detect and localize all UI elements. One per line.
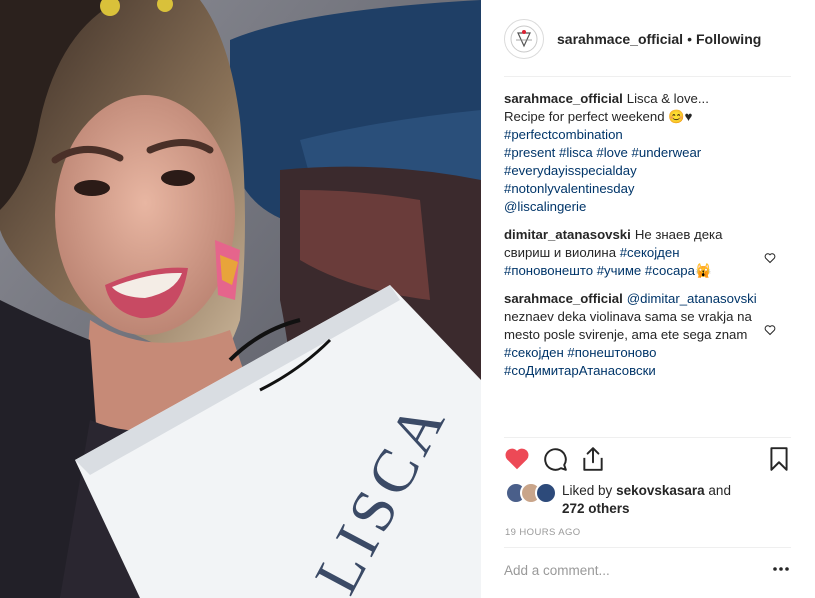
mention-link[interactable]: @dimitar_atanasovski xyxy=(627,291,757,306)
comment-item: sarahmace_official @dimitar_atanasovski n… xyxy=(504,290,776,380)
comment-text-line: neznaev deka violinava sama se vrakja na xyxy=(504,309,752,324)
comment-bubble-icon[interactable] xyxy=(542,446,568,472)
comment-text-line: свириш и виолина xyxy=(504,245,617,260)
avatar[interactable] xyxy=(504,18,544,59)
hashtag[interactable]: #поновонешто #учиме #сосара🙀 xyxy=(504,263,711,278)
action-bar xyxy=(504,446,792,476)
comment-like-heart-icon[interactable] xyxy=(764,324,776,336)
mention-link[interactable]: @liscalingerie xyxy=(504,198,770,216)
comments-list: sarahmace_official Lisca & love... Recipe… xyxy=(504,90,776,384)
likes-prefix: Liked by xyxy=(562,483,613,498)
hashtag[interactable]: #секојден xyxy=(620,245,680,260)
comment-username[interactable]: sarahmace_official xyxy=(504,91,623,106)
comment-like-heart-icon[interactable] xyxy=(764,252,776,264)
likes-suffix: and xyxy=(708,483,731,498)
likes-text: Liked by sekovskasara and 272 others xyxy=(562,482,731,518)
comment-username[interactable]: sarahmace_official xyxy=(504,291,623,306)
comment-item: dimitar_atanasovski Не знаев дека свириш … xyxy=(504,226,776,280)
hashtag[interactable]: #present #lisca #love #underwear xyxy=(504,144,770,162)
hashtag[interactable]: #everydayisspecialday #notonlyvalentines… xyxy=(504,162,770,198)
likes-others-link[interactable]: 272 others xyxy=(562,501,630,516)
bookmark-icon[interactable] xyxy=(766,446,792,472)
comment-text-line: mesto posle svirenje, ama ete sega znam xyxy=(504,327,748,342)
post-header: sarahmace_official • Following xyxy=(481,0,815,77)
divider xyxy=(504,76,791,77)
header-separator: • xyxy=(687,30,692,47)
hashtag[interactable]: #perfectcombination xyxy=(504,126,770,144)
selfie-image: LISCA xyxy=(0,0,481,598)
comment-text-line: Recipe for perfect weekend 😊♥ xyxy=(504,109,693,124)
instagram-post: LISCA sarahmace_official • Following sar… xyxy=(0,0,815,598)
caption-comment: sarahmace_official Lisca & love... Recipe… xyxy=(504,90,770,216)
comment-username[interactable]: dimitar_atanasovski xyxy=(504,227,631,242)
header-username[interactable]: sarahmace_official xyxy=(557,31,683,47)
comment-text: Не знаев дека xyxy=(634,227,723,242)
likes-summary: Liked by sekovskasara and 272 others xyxy=(505,482,731,518)
hashtag[interactable]: #соДимитарАтанасовски xyxy=(504,362,770,380)
share-icon[interactable] xyxy=(580,446,606,472)
more-options-icon[interactable] xyxy=(772,566,790,572)
post-side-panel: sarahmace_official • Following sarahmace… xyxy=(481,0,815,598)
divider xyxy=(504,547,791,548)
avatar[interactable] xyxy=(535,482,557,504)
post-timestamp[interactable]: 19 HOURS AGO xyxy=(505,527,581,538)
add-comment-input[interactable]: Add a comment... xyxy=(504,563,610,578)
liker-avatars xyxy=(505,482,557,504)
comment-text: Lisca & love... xyxy=(626,91,709,106)
post-photo[interactable]: LISCA xyxy=(0,0,481,598)
following-button[interactable]: Following xyxy=(696,31,761,47)
liker-username[interactable]: sekovskasara xyxy=(616,483,705,498)
divider xyxy=(504,437,791,438)
profile-logo-icon xyxy=(510,25,538,52)
heart-filled-icon[interactable] xyxy=(504,446,530,472)
hashtag[interactable]: #секојден #понештоново xyxy=(504,344,770,362)
